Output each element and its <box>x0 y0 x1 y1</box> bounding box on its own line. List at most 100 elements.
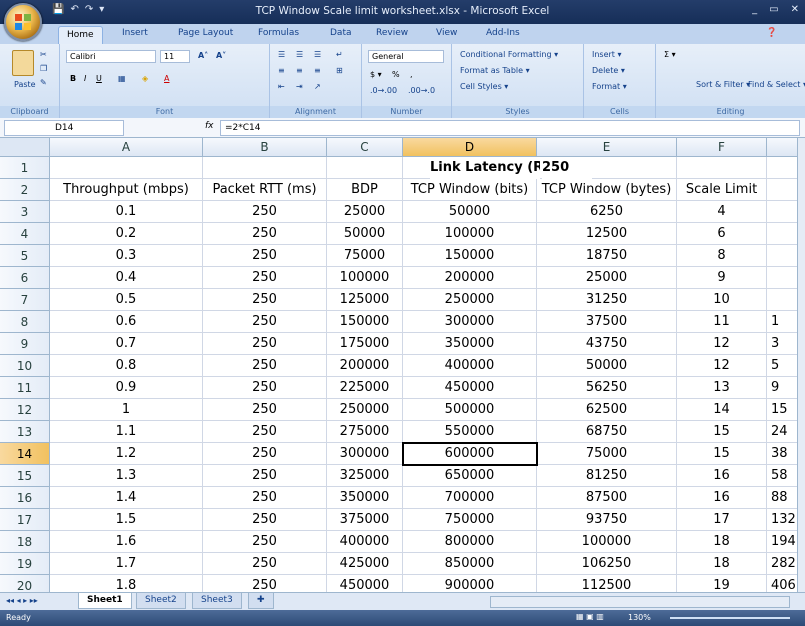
decrease-decimal-icon[interactable]: .00→.0 <box>408 86 435 95</box>
row-header[interactable]: 4 <box>0 223 50 245</box>
sheet-nav-icon[interactable]: ◂◂ ◂ ▸ ▸▸ <box>6 596 38 605</box>
percent-icon[interactable]: % <box>392 70 400 79</box>
merge-center-icon[interactable]: ⊞ <box>336 66 343 75</box>
cell[interactable]: 800000 <box>403 531 537 553</box>
cell[interactable]: 375000 <box>327 509 403 531</box>
cell[interactable]: 0.4 <box>50 267 203 289</box>
row-header[interactable]: 12 <box>0 399 50 421</box>
cell[interactable] <box>50 157 203 179</box>
cell[interactable]: 75000 <box>327 245 403 267</box>
cell[interactable]: 106250 <box>537 553 677 575</box>
row-header[interactable]: 3 <box>0 201 50 223</box>
cell[interactable]: 25000 <box>537 267 677 289</box>
name-box[interactable]: D14 <box>4 120 124 136</box>
cell[interactable]: 550000 <box>403 421 537 443</box>
cell[interactable]: 250 <box>203 399 327 421</box>
cell[interactable]: 1.3 <box>50 465 203 487</box>
cell[interactable]: 9 <box>677 267 767 289</box>
cell[interactable]: 93750 <box>537 509 677 531</box>
cell[interactable]: 250000 <box>327 399 403 421</box>
format-as-table-button[interactable]: Format as Table ▾ <box>460 66 530 75</box>
cell[interactable]: 250 <box>203 245 327 267</box>
zoom-level[interactable]: 130% <box>628 613 651 622</box>
tab-insert[interactable]: Insert <box>122 28 148 38</box>
cell[interactable]: 13 <box>677 377 767 399</box>
row-header[interactable]: 16 <box>0 487 50 509</box>
cell[interactable]: 425000 <box>327 553 403 575</box>
cell[interactable]: 18 <box>677 531 767 553</box>
cell[interactable]: 8 <box>677 245 767 267</box>
row-header[interactable]: 11 <box>0 377 50 399</box>
cell[interactable]: 25000 <box>327 201 403 223</box>
cell[interactable]: 81250 <box>537 465 677 487</box>
tab-sheet2[interactable]: Sheet2 <box>136 593 186 609</box>
row-header[interactable]: 9 <box>0 333 50 355</box>
increase-indent-icon[interactable]: ⇥ <box>296 82 303 91</box>
column-header-e[interactable]: E <box>537 138 677 157</box>
select-all-corner[interactable] <box>0 138 50 157</box>
row-header[interactable]: 19 <box>0 553 50 575</box>
cell[interactable] <box>677 157 767 179</box>
view-buttons[interactable]: ▦ ▣ ▥ <box>576 612 604 621</box>
cell[interactable]: 1 <box>50 399 203 421</box>
cell[interactable]: 250000 <box>403 289 537 311</box>
tab-formulas[interactable]: Formulas <box>258 28 299 38</box>
row-header[interactable]: 2 <box>0 179 50 201</box>
cell[interactable]: 250 <box>203 487 327 509</box>
row-header[interactable]: 14 <box>0 443 50 465</box>
cell[interactable]: 450000 <box>327 575 403 592</box>
close-button[interactable]: ✕ <box>791 4 799 15</box>
row-header[interactable]: 20 <box>0 575 50 592</box>
cell[interactable]: 250 <box>203 311 327 333</box>
borders-icon[interactable]: ▦ <box>118 74 126 83</box>
cell[interactable]: 200000 <box>327 355 403 377</box>
cell[interactable]: 37500 <box>537 311 677 333</box>
conditional-formatting-button[interactable]: Conditional Formatting ▾ <box>460 50 558 59</box>
cell[interactable]: 12 <box>677 333 767 355</box>
format-cells-button[interactable]: Format ▾ <box>592 82 627 91</box>
delete-cells-button[interactable]: Delete ▾ <box>592 66 625 75</box>
font-name-select[interactable]: Calibri <box>66 50 156 63</box>
maximize-button[interactable]: ▭ <box>769 4 778 15</box>
shrink-font-icon[interactable]: A˅ <box>216 51 226 60</box>
cell[interactable]: 50000 <box>537 355 677 377</box>
cell[interactable]: 16 <box>677 487 767 509</box>
align-bottom-icon[interactable]: ☰ <box>314 50 321 59</box>
column-header-f[interactable]: F <box>677 138 767 157</box>
cell[interactable]: 62500 <box>537 399 677 421</box>
cell[interactable]: 75000 <box>537 443 677 465</box>
zoom-slider[interactable] <box>670 617 790 619</box>
cell[interactable]: 125000 <box>327 289 403 311</box>
sort-filter-button[interactable]: Sort & Filter ▾ <box>696 80 750 89</box>
row-header[interactable]: 8 <box>0 311 50 333</box>
font-color-icon[interactable]: A <box>164 74 169 83</box>
cell[interactable]: 11 <box>677 311 767 333</box>
horizontal-scrollbar[interactable] <box>490 596 790 608</box>
cell[interactable]: 150000 <box>403 245 537 267</box>
insert-cells-button[interactable]: Insert ▾ <box>592 50 622 59</box>
cell[interactable]: 16 <box>677 465 767 487</box>
vertical-scrollbar[interactable] <box>797 138 805 592</box>
row-header[interactable]: 17 <box>0 509 50 531</box>
tab-sheet3[interactable]: Sheet3 <box>192 593 242 609</box>
increase-decimal-icon[interactable]: .0→.00 <box>370 86 397 95</box>
cell[interactable]: 50000 <box>403 201 537 223</box>
cell[interactable]: 200000 <box>403 267 537 289</box>
cell[interactable]: 250 <box>203 443 327 465</box>
cell[interactable]: 750000 <box>403 509 537 531</box>
cell[interactable]: 1.4 <box>50 487 203 509</box>
cell[interactable]: 400000 <box>403 355 537 377</box>
column-header-b[interactable]: B <box>203 138 327 157</box>
tab-review[interactable]: Review <box>376 28 408 38</box>
copy-icon[interactable]: ❐ <box>40 64 47 73</box>
find-select-button[interactable]: Find & Select ▾ <box>748 80 805 89</box>
cell[interactable]: 0.8 <box>50 355 203 377</box>
cell[interactable]: 14 <box>677 399 767 421</box>
cell[interactable]: 0.6 <box>50 311 203 333</box>
cell[interactable]: 650000 <box>403 465 537 487</box>
header-cell[interactable]: Throughput (mbps) <box>50 179 203 201</box>
cell[interactable]: 4 <box>677 201 767 223</box>
cut-icon[interactable]: ✂ <box>40 50 47 59</box>
cell[interactable]: 68750 <box>537 421 677 443</box>
cell[interactable]: 0.2 <box>50 223 203 245</box>
